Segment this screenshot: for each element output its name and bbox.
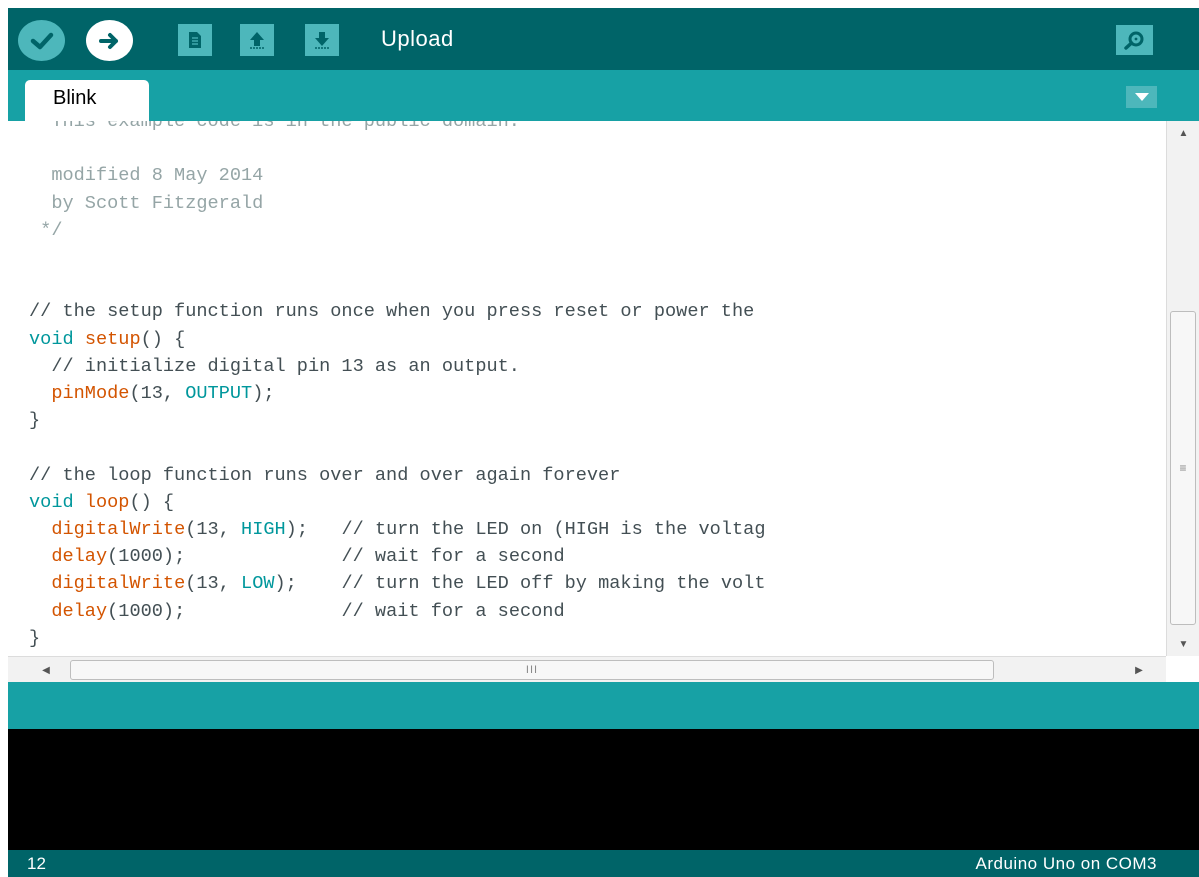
arrow-right-icon [98,32,118,49]
tab-blink[interactable]: Blink [25,80,149,121]
code-line: by Scott Fitzgerald [29,192,264,214]
horizontal-scroll-thumb[interactable]: III [70,660,994,680]
toolbar-hover-label: Upload [381,26,454,51]
code-line: // the loop function runs over and over … [29,464,621,486]
verify-button[interactable] [18,20,65,61]
horizontal-scrollbar[interactable]: ◀ III ▶ [8,656,1166,682]
scroll-down-arrow-icon[interactable]: ▼ [1167,632,1199,656]
line-number: 12 [27,854,46,873]
code-text: This example code is in the public domai… [29,121,765,652]
board-port-label: Arduino Uno on COM3 [975,854,1157,873]
save-button[interactable] [305,24,339,56]
status-bar: 12 Arduino Uno on COM3 [8,850,1199,877]
code-line: delay(1000); // wait for a second [51,600,565,622]
new-file-icon [189,32,201,48]
code-line: */ [29,219,63,241]
magnifier-icon [1123,31,1143,50]
code-line: This example code is in the public domai… [29,121,520,132]
toolbar: Upload [8,8,1199,70]
upload-button[interactable] [86,20,133,61]
serial-monitor-button[interactable] [1116,25,1153,55]
message-area [8,682,1199,729]
arduino-ide-window: Upload Blink This example code is in the… [8,8,1199,877]
arrow-up-icon [250,32,264,49]
tab-label: Blink [53,87,97,109]
code-editor[interactable]: This example code is in the public domai… [8,121,1199,682]
vertical-scrollbar[interactable]: ▲ ≡ ▼ [1166,121,1199,656]
console-output[interactable] [8,729,1199,850]
code-line: void setup() { [29,328,186,350]
code-line: } [29,410,41,432]
scroll-right-arrow-icon[interactable]: ▶ [1126,657,1152,682]
vertical-scroll-thumb[interactable]: ≡ [1170,311,1196,625]
triangle-down-icon [1134,93,1149,101]
open-button[interactable] [240,24,274,56]
code-line: pinMode(13, OUTPUT); [51,383,275,405]
code-line: void loop() { [29,491,175,513]
new-button[interactable] [178,24,212,56]
check-icon [30,32,53,49]
code-line: // initialize digital pin 13 as an outpu… [29,355,520,377]
code-line: delay(1000); // wait for a second [51,546,565,568]
code-line: } [29,627,41,649]
tab-menu-button[interactable] [1126,86,1157,108]
arrow-down-icon [315,32,329,49]
scroll-up-arrow-icon[interactable]: ▲ [1167,121,1199,145]
scroll-left-arrow-icon[interactable]: ◀ [33,657,59,682]
code-line: // the setup function runs once when you… [29,301,755,323]
code-line: digitalWrite(13, HIGH); // turn the LED … [51,519,766,541]
code-line: digitalWrite(13, LOW); // turn the LED o… [51,573,766,595]
tab-bar: Blink [8,70,1199,121]
code-line: modified 8 May 2014 [29,165,264,187]
